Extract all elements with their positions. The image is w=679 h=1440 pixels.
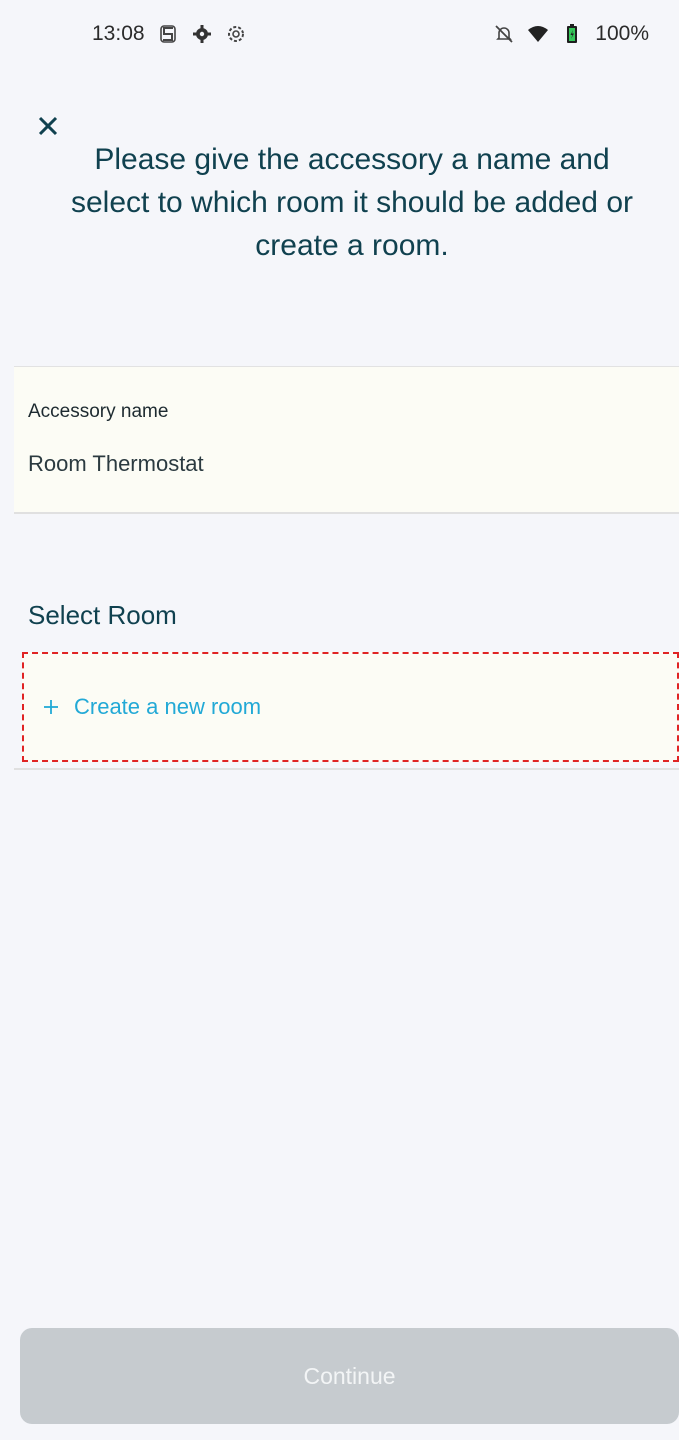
divider — [14, 768, 679, 770]
continue-button[interactable]: Continue — [20, 1328, 679, 1424]
page-title: Please give the accessory a name and sel… — [71, 143, 633, 262]
screen: 13:08 100% Please give the accessory a n… — [0, 0, 679, 1440]
battery-icon — [561, 23, 583, 45]
accessory-name-label: Accessory name — [28, 401, 169, 422]
create-room-button[interactable]: Create a new room — [22, 652, 679, 762]
status-time: 13:08 — [92, 22, 145, 45]
plus-icon — [40, 696, 62, 718]
battery-percent: 100% — [595, 22, 649, 45]
status-bar-right: 100% — [493, 22, 649, 46]
status-bar: 13:08 100% — [0, 0, 679, 70]
wifi-icon — [527, 23, 549, 45]
select-room-heading: Select Room — [28, 600, 177, 630]
notifications-off-icon — [493, 23, 515, 45]
gear-icon — [191, 23, 213, 45]
settings-icon — [225, 23, 247, 45]
accessory-name-field[interactable]: Accessory name Room Thermostat — [14, 366, 679, 514]
s-icon — [157, 23, 179, 45]
status-bar-left: 13:08 — [92, 22, 247, 46]
close-icon — [38, 116, 58, 136]
accessory-name-input[interactable]: Room Thermostat — [28, 451, 204, 477]
create-room-label: Create a new room — [74, 694, 262, 719]
continue-label: Continue — [303, 1362, 396, 1389]
